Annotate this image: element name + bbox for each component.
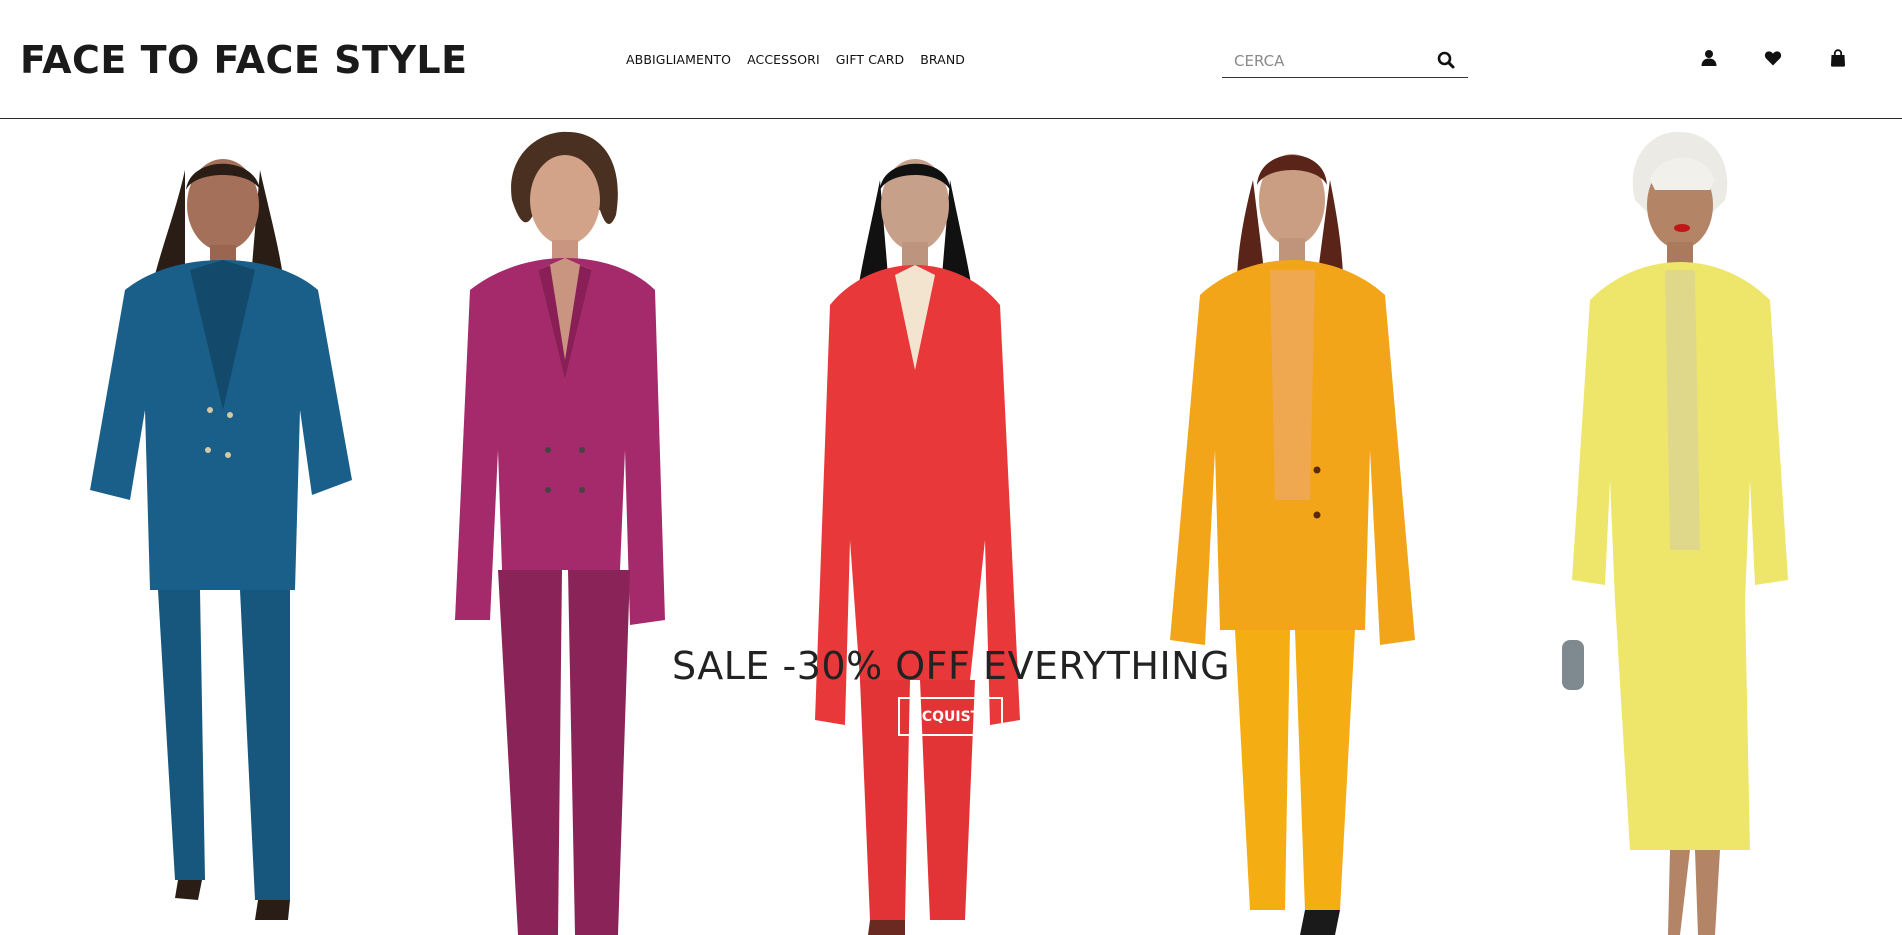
nav-item-accessori[interactable]: ACCESSORI: [747, 52, 820, 67]
hero-banner: SALE -30% OFF EVERYTHING ACQUISTA: [0, 120, 1902, 935]
site-logo[interactable]: FACE TO FACE STYLE: [20, 38, 468, 82]
model-magenta-suit: [455, 131, 665, 935]
model-yellow-suit: [1562, 131, 1788, 935]
shopping-bag-icon[interactable]: [1828, 48, 1848, 68]
shop-now-button[interactable]: ACQUISTA: [898, 697, 1003, 736]
heart-icon[interactable]: [1763, 48, 1783, 68]
search-input[interactable]: [1234, 50, 1424, 72]
search-icon[interactable]: [1436, 50, 1456, 70]
main-nav: ABBIGLIAMENTO ACCESSORI GIFT CARD BRAND: [626, 52, 965, 67]
nav-item-brand[interactable]: BRAND: [920, 52, 965, 67]
hero-headline: SALE -30% OFF EVERYTHING: [671, 644, 1231, 688]
search-bar: [1222, 44, 1468, 78]
model-red-suit: [815, 159, 1020, 935]
user-icon[interactable]: [1699, 48, 1719, 68]
model-blue-suit: [90, 159, 352, 920]
nav-item-gift-card[interactable]: GIFT CARD: [836, 52, 904, 67]
model-orange-suit: [1170, 154, 1415, 935]
site-header: FACE TO FACE STYLE ABBIGLIAMENTO ACCESSO…: [0, 0, 1902, 119]
nav-item-abbigliamento[interactable]: ABBIGLIAMENTO: [626, 52, 731, 67]
